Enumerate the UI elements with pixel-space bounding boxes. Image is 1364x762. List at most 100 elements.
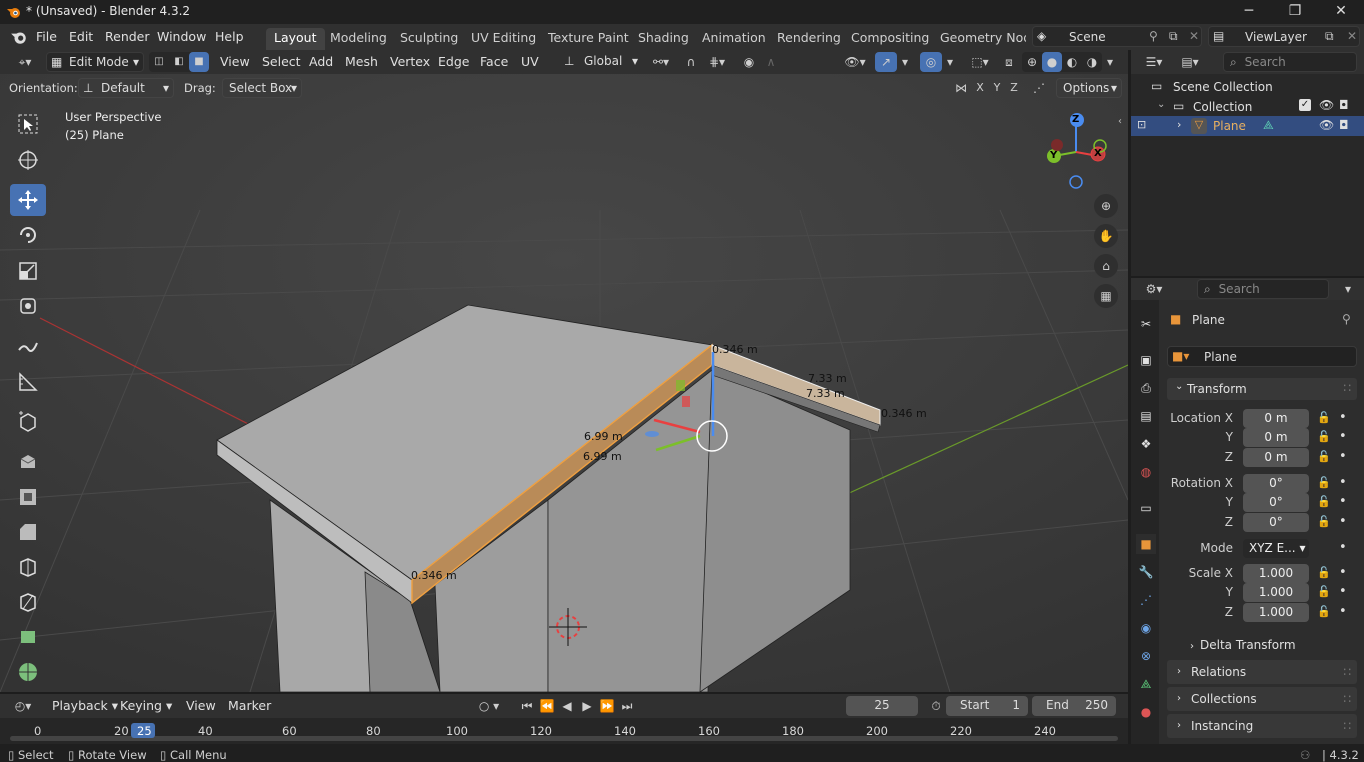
lock-icon[interactable]: 🔓 — [1317, 566, 1331, 579]
move-tool[interactable] — [10, 184, 46, 216]
snap-target-icon[interactable]: ⋕▾ — [702, 52, 732, 72]
eye-icon[interactable]: 👁 — [1319, 118, 1334, 132]
tab-shading[interactable]: Shading — [630, 28, 697, 50]
location-x-field[interactable]: 0 m — [1243, 409, 1309, 428]
keyframe-dot-icon[interactable]: • — [1339, 540, 1347, 555]
rotation-x-field[interactable]: 0° — [1243, 474, 1309, 493]
eye-icon[interactable]: 👁 — [1319, 98, 1334, 112]
keyframe-dot-icon[interactable]: • — [1339, 494, 1347, 509]
modifier-properties-icon[interactable]: 🔧 — [1136, 562, 1156, 582]
jump-keyframe-forward-icon[interactable]: ⏩ — [596, 696, 618, 716]
bevel-tool[interactable] — [10, 516, 46, 548]
location-y-field[interactable]: 0 m — [1243, 428, 1309, 447]
object-properties-icon[interactable]: ■ — [1136, 534, 1156, 554]
tab-geometry-nodes[interactable]: Geometry Node — [932, 28, 1026, 50]
add-cube-tool[interactable] — [10, 406, 46, 438]
keyframe-dot-icon[interactable]: • — [1339, 429, 1347, 444]
viewport-menu-edge[interactable]: Edge — [432, 53, 475, 71]
particles-properties-icon[interactable]: ⋰ — [1136, 590, 1156, 610]
measure-tool[interactable] — [10, 366, 46, 398]
viewport-menu-add[interactable]: Add — [303, 53, 339, 71]
remove-view-layer-icon[interactable]: ✕ — [1347, 27, 1357, 45]
tab-compositing[interactable]: Compositing — [843, 28, 937, 50]
face-select-icon[interactable]: ■ — [189, 52, 209, 72]
material-shading-icon[interactable]: ◐ — [1062, 52, 1082, 72]
tab-sculpting[interactable]: Sculpting — [392, 28, 466, 50]
tab-rendering[interactable]: Rendering — [769, 28, 849, 50]
chevron-down-icon[interactable]: ▾ — [1102, 52, 1118, 72]
scene-collection-label[interactable]: Scene Collection — [1173, 80, 1273, 94]
wireframe-shading-icon[interactable]: ⊕ — [1022, 52, 1042, 72]
collection-label[interactable]: Collection — [1193, 100, 1252, 114]
proportional-edit-icon[interactable]: ◉ — [738, 52, 760, 72]
mirror-x-toggle[interactable]: X — [972, 78, 988, 98]
extrude-tool[interactable] — [10, 446, 46, 478]
view-layer-selector[interactable]: ▤ ViewLayer ⧉ ✕ — [1208, 26, 1360, 47]
scale-z-field[interactable]: 1.000 — [1243, 603, 1309, 622]
editor-type-icon[interactable]: ⚙▾ — [1139, 279, 1169, 299]
lock-icon[interactable]: 🔓 — [1317, 515, 1331, 528]
jump-keyframe-back-icon[interactable]: ⏪ — [536, 696, 558, 716]
viewport-menu-mesh[interactable]: Mesh — [339, 53, 384, 71]
cursor-tool[interactable] — [10, 144, 46, 176]
falloff-icon[interactable]: ∧ — [760, 52, 782, 72]
editor-type-icon[interactable]: ⌖▾ — [10, 52, 40, 72]
tool-properties-icon[interactable]: ✂ — [1136, 314, 1156, 334]
chevron-right-icon[interactable]: › — [1177, 118, 1181, 131]
keyframe-dot-icon[interactable]: • — [1339, 514, 1347, 529]
lock-icon[interactable]: 🔓 — [1317, 450, 1331, 463]
scale-x-field[interactable]: 1.000 — [1243, 564, 1309, 583]
scale-y-field[interactable]: 1.000 — [1243, 583, 1309, 602]
menu-help[interactable]: Help — [209, 28, 250, 46]
tab-uv-editing[interactable]: UV Editing — [463, 28, 544, 50]
material-properties-icon[interactable]: ● — [1136, 702, 1156, 722]
keyframe-dot-icon[interactable]: • — [1339, 565, 1347, 580]
new-scene-icon[interactable]: ⧉ — [1169, 27, 1178, 45]
vertex-select-icon[interactable]: ◫ — [149, 52, 169, 72]
hand-pan-icon[interactable]: ✋ — [1094, 224, 1118, 248]
viewport-menu-view[interactable]: View — [214, 53, 256, 71]
world-properties-icon[interactable]: ◍ — [1136, 462, 1156, 482]
rotation-y-field[interactable]: 0° — [1243, 493, 1309, 512]
viewport-menu-uv[interactable]: UV — [515, 53, 545, 71]
view-layer-properties-icon[interactable]: ▤ — [1136, 406, 1156, 426]
mirror-icon[interactable]: ⋈ — [950, 78, 972, 98]
camera-icon[interactable]: ◘ — [1339, 98, 1349, 112]
snap-magnet-icon[interactable]: ∩ — [680, 52, 702, 72]
rotate-tool[interactable] — [10, 219, 46, 251]
blender-menu-icon[interactable] — [10, 29, 28, 45]
sidebar-toggle-icon[interactable]: ‹ — [1118, 116, 1122, 127]
stopwatch-icon[interactable]: ⏱ — [925, 696, 947, 716]
outliner-search-input[interactable]: ⌕ Search — [1223, 52, 1357, 72]
scene-selector[interactable]: ◈ Scene ⚲ ⧉ ✕ — [1032, 26, 1202, 47]
remove-scene-icon[interactable]: ✕ — [1189, 27, 1199, 45]
rotation-mode-dropdown[interactable]: XYZ E... ▾ — [1243, 539, 1309, 558]
delta-transform-section[interactable]: › Delta Transform — [1190, 638, 1296, 652]
edge-select-icon[interactable]: ◧ — [169, 52, 189, 72]
mesh-edit-overlays-icon[interactable]: ⬚▾ — [965, 52, 995, 72]
pin-icon[interactable]: ⚲ — [1342, 312, 1351, 326]
poly-build-tool[interactable] — [10, 621, 46, 653]
display-mode-icon[interactable]: ▤▾ — [1175, 52, 1205, 72]
overlays-toggle-icon[interactable]: ◎ — [920, 52, 942, 72]
close-button[interactable]: ✕ — [1318, 0, 1364, 24]
rotation-z-field[interactable]: 0° — [1243, 513, 1309, 532]
lock-icon[interactable]: 🔓 — [1317, 430, 1331, 443]
menu-window[interactable]: Window — [151, 28, 212, 46]
camera-icon[interactable]: ◘ — [1339, 118, 1349, 132]
orientation-default-selector[interactable]: ⊥ Default ▾ — [78, 78, 174, 98]
current-frame-field[interactable]: 25 — [846, 696, 918, 716]
keyframe-dot-icon[interactable]: • — [1339, 584, 1347, 599]
scene-properties-icon[interactable]: ❖ — [1136, 434, 1156, 454]
gizmo-toggle-icon[interactable]: ↗ — [875, 52, 897, 72]
transform-tool[interactable] — [10, 290, 46, 322]
menu-file[interactable]: File — [30, 28, 63, 46]
relations-section[interactable]: › Relations ∷ — [1167, 660, 1357, 684]
camera-icon[interactable]: ⌂ — [1094, 254, 1118, 278]
chevron-down-icon[interactable]: ▾ — [897, 52, 913, 72]
viewport-menu-vertex[interactable]: Vertex — [384, 53, 436, 71]
lock-icon[interactable]: 🔓 — [1317, 585, 1331, 598]
transform-section-header[interactable]: ⌄ Transform ∷ — [1167, 378, 1357, 400]
mirror-y-toggle[interactable]: Y — [989, 78, 1005, 98]
tab-modeling[interactable]: Modeling — [322, 28, 395, 50]
